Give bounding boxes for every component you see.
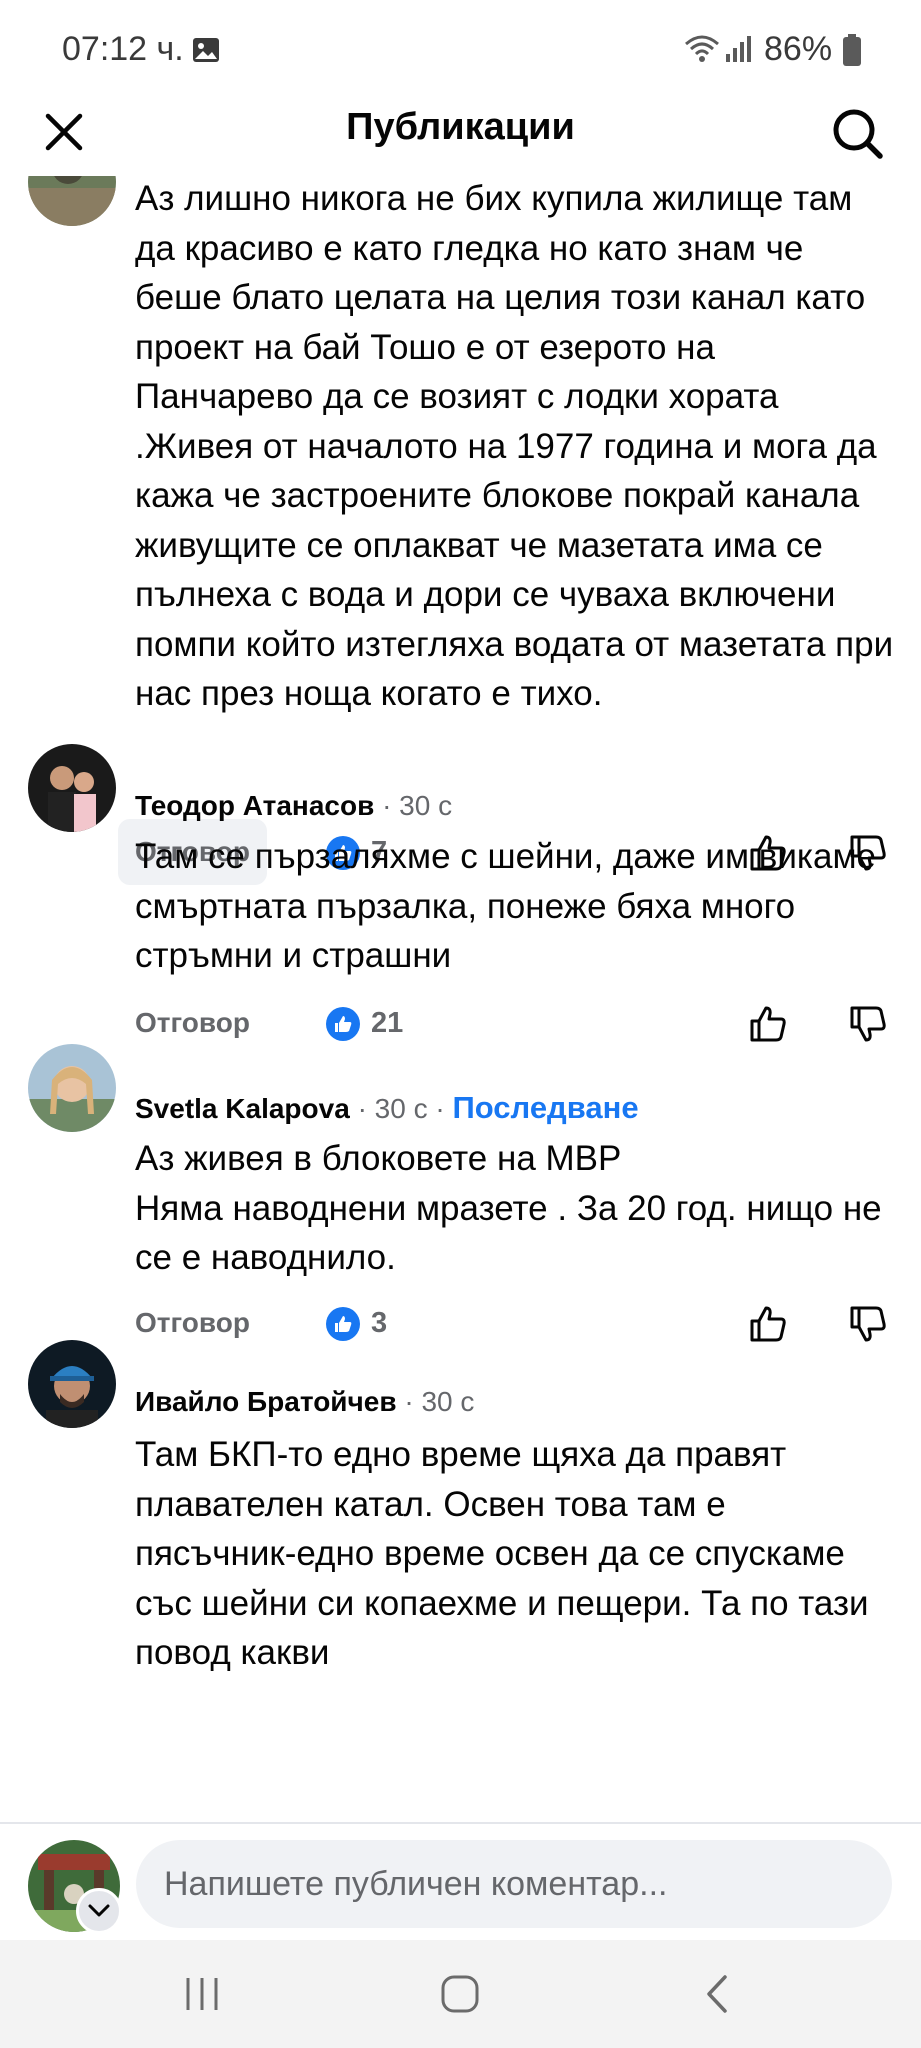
comment-text: Там се пързаляхме с шейни, даже им викам… bbox=[135, 837, 876, 975]
battery-icon bbox=[843, 34, 861, 66]
author-name[interactable]: Теодор Атанасов bbox=[135, 790, 374, 821]
avatar[interactable] bbox=[28, 1044, 116, 1132]
search-button[interactable] bbox=[828, 104, 888, 164]
home-icon bbox=[441, 1975, 479, 2013]
reaction-count[interactable]: 21 bbox=[371, 990, 403, 1056]
battery-percent: 86% bbox=[764, 30, 833, 68]
back-button[interactable] bbox=[688, 1964, 748, 2024]
author-name[interactable]: Svetla Kalapova bbox=[135, 1093, 350, 1124]
chevron-down-icon bbox=[88, 1904, 110, 1917]
app-header: Публикации bbox=[0, 100, 921, 176]
back-icon bbox=[707, 1975, 727, 2013]
thumbs-down-icon[interactable] bbox=[848, 1004, 888, 1044]
thumbs-up-icon[interactable] bbox=[748, 1304, 788, 1344]
thumbs-down-icon[interactable] bbox=[848, 1304, 888, 1344]
search-icon bbox=[833, 109, 883, 159]
thumbs-up-icon[interactable] bbox=[748, 1004, 788, 1044]
comment-text: Аз лишно никога не бих купила жилище там… bbox=[135, 179, 894, 713]
comment-composer bbox=[0, 1822, 921, 1940]
comment-time: · 30 с bbox=[382, 790, 453, 821]
system-nav-bar bbox=[0, 1940, 921, 2048]
profile-switch-button[interactable] bbox=[76, 1888, 122, 1934]
recent-apps-button[interactable] bbox=[172, 1964, 232, 2024]
comment-text: Аз живея в блоковете на МВР Няма наводне… bbox=[135, 1139, 882, 1277]
reply-button[interactable]: Отговор bbox=[118, 990, 267, 1056]
comment-time: · 30 с bbox=[404, 1386, 475, 1417]
status-time: 07:12 ч. bbox=[62, 30, 184, 68]
reply-button[interactable]: Отговор bbox=[118, 1290, 267, 1356]
comment-header: Теодор Атанасов · 30 с bbox=[135, 790, 452, 822]
recent-apps-icon bbox=[186, 1978, 218, 2010]
comment-time: · 30 с · bbox=[357, 1093, 445, 1124]
status-bar: 07:12 ч. 86% bbox=[0, 0, 921, 100]
wifi-icon bbox=[685, 35, 719, 62]
follow-button[interactable]: Последване bbox=[452, 1090, 638, 1125]
comment-actions: Отговор 3 bbox=[0, 1290, 921, 1356]
home-button[interactable] bbox=[430, 1964, 490, 2024]
signal-icon bbox=[726, 36, 751, 62]
comment-header: Ивайло Братойчев · 30 с bbox=[135, 1386, 474, 1418]
avatar[interactable] bbox=[28, 1340, 116, 1428]
comment-input[interactable] bbox=[136, 1840, 892, 1928]
avatar[interactable] bbox=[28, 176, 116, 226]
gallery-icon bbox=[193, 38, 219, 62]
avatar[interactable] bbox=[28, 744, 116, 832]
reaction-count[interactable]: 3 bbox=[371, 1290, 387, 1356]
comment-header: Svetla Kalapova · 30 с · Последване bbox=[135, 1090, 639, 1126]
like-reaction-icon bbox=[326, 1307, 360, 1341]
page-title: Публикации bbox=[346, 106, 575, 148]
author-name[interactable]: Ивайло Братойчев bbox=[135, 1386, 397, 1417]
comment-text: Там БКП-то едно време щяха да правят пла… bbox=[135, 1435, 869, 1672]
like-reaction-icon bbox=[326, 1007, 360, 1041]
comment-actions: Отговор 21 bbox=[0, 990, 921, 1056]
comments-feed[interactable]: Аз лишно никога не бих купила жилище там… bbox=[0, 176, 921, 1822]
